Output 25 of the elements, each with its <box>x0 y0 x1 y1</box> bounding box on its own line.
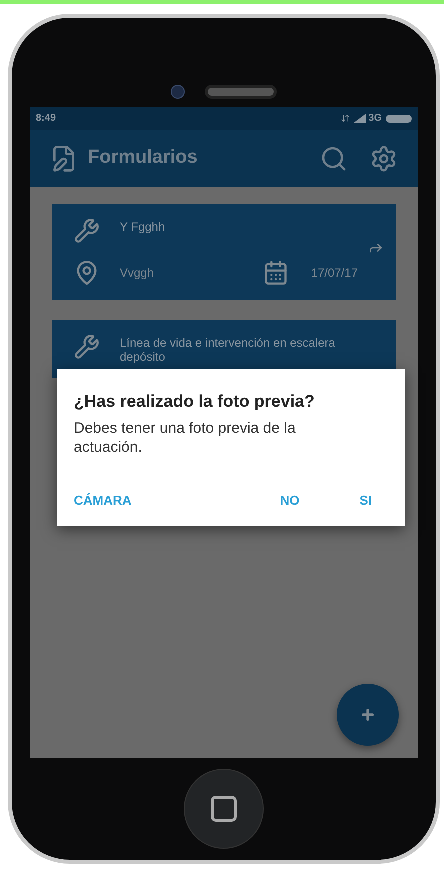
form-work-title: Línea de vida e intervención en escalera depósito <box>120 335 336 364</box>
dialog-button[interactable]: NO <box>280 490 300 510</box>
wrench-icon <box>74 334 100 360</box>
dialog-title: ¿Has realizado la foto previa? <box>74 391 316 413</box>
square-icon <box>211 796 237 822</box>
signal-icon <box>354 114 366 123</box>
speaker-grille <box>205 85 277 99</box>
data-arrows-icon <box>340 114 350 123</box>
settings-icon[interactable] <box>370 144 398 172</box>
network-type: 3G <box>368 112 382 126</box>
plus-icon <box>360 707 376 723</box>
dialog-button[interactable]: CÁMARA <box>74 490 132 510</box>
form-card[interactable]: Y Fgghh Vvggh 17/07/17 <box>52 204 396 300</box>
battery-icon <box>386 114 412 122</box>
app-title: Formularios <box>88 146 199 170</box>
form-date: 17/07/17 <box>311 265 358 282</box>
form-location: Vvggh <box>120 265 156 282</box>
camera-lens <box>171 85 185 99</box>
status-time: 8:49 <box>36 112 58 126</box>
form-work-title: Y Fgghh <box>120 219 166 234</box>
dialog-button[interactable]: SI <box>360 490 372 510</box>
search-icon[interactable] <box>320 144 348 172</box>
add-button[interactable] <box>337 684 399 746</box>
wrench-icon <box>74 218 100 244</box>
dialog-message: Debes tener una foto previa de la actuación. <box>74 419 297 457</box>
